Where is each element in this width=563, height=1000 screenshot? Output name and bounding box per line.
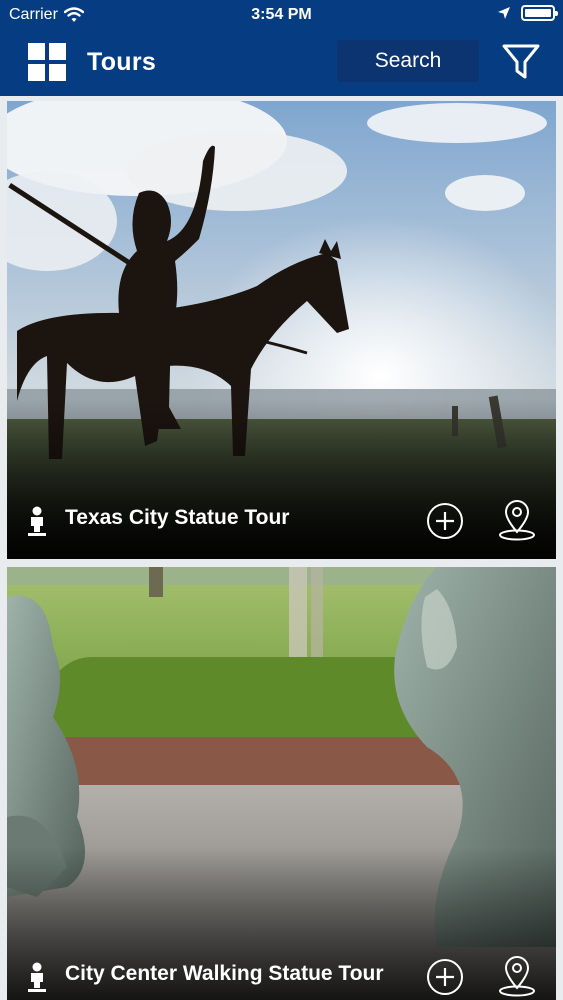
map-pin-icon[interactable] bbox=[497, 499, 537, 541]
tour-title: City Center Walking Statue Tour bbox=[65, 962, 384, 985]
grid-menu-icon[interactable] bbox=[28, 43, 66, 81]
status-time: 3:54 PM bbox=[251, 6, 312, 23]
map-pin-icon[interactable] bbox=[497, 955, 537, 997]
navigation-bar: Tours Search bbox=[0, 32, 563, 94]
tour-card[interactable]: City Center Walking Statue Tour bbox=[7, 567, 556, 1000]
add-circle-icon[interactable] bbox=[426, 958, 464, 996]
person-icon bbox=[28, 962, 46, 992]
search-button[interactable]: Search bbox=[337, 40, 479, 82]
battery-icon bbox=[521, 5, 558, 21]
tour-title: Texas City Statue Tour bbox=[65, 506, 290, 529]
tour-card[interactable]: Texas City Statue Tour bbox=[7, 101, 556, 559]
page-title: Tours bbox=[87, 48, 157, 76]
app-header: Carrier 3:54 PM Tours Search bbox=[0, 0, 563, 96]
person-icon bbox=[28, 506, 46, 536]
add-circle-icon[interactable] bbox=[426, 502, 464, 540]
card-footer: Texas City Statue Tour bbox=[7, 491, 556, 551]
status-bar: Carrier 3:54 PM bbox=[0, 0, 563, 32]
status-right bbox=[497, 5, 558, 21]
filter-icon[interactable] bbox=[501, 43, 541, 81]
location-arrow-icon bbox=[498, 7, 510, 19]
card-footer: City Center Walking Statue Tour bbox=[7, 947, 556, 1000]
